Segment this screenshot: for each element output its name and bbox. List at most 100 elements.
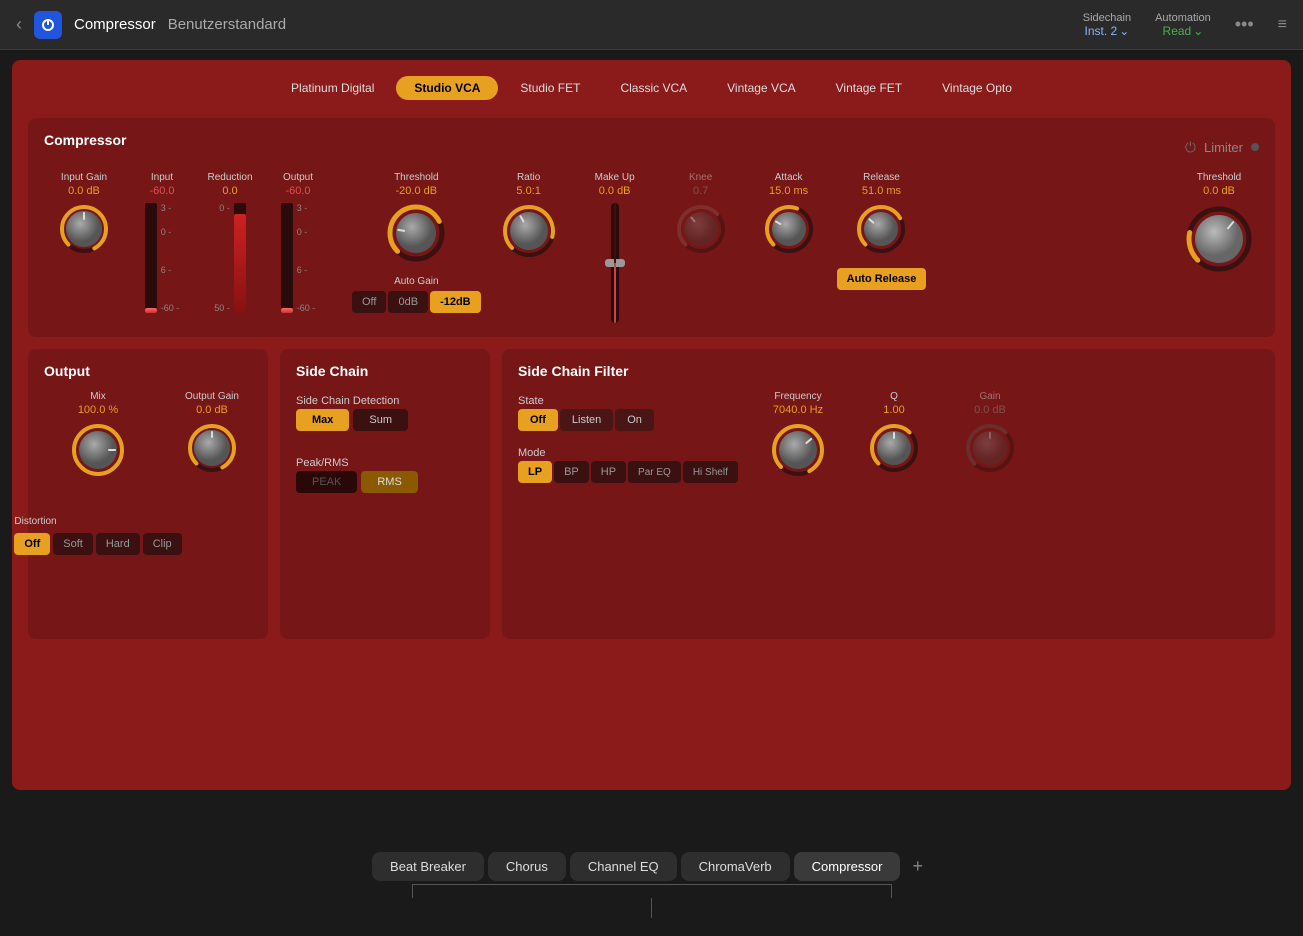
reduction-scale: 0 - 50 - [214,203,230,313]
input-gain-knob[interactable] [58,203,110,260]
limiter-threshold-knob[interactable] [1183,203,1255,280]
distortion-buttons: Off Soft Hard Clip [14,533,181,555]
output-gain-label: Output Gain [185,391,239,402]
limiter-threshold-group: Threshold 0.0 dB [1179,172,1259,280]
state-buttons: Off Listen On [518,409,738,431]
mix-group: Mix 100.0 % Distortion [44,391,152,555]
tab-platinum-digital[interactable]: Platinum Digital [273,76,392,100]
state-listen[interactable]: Listen [560,409,613,431]
scf-gain-knob[interactable] [964,422,1016,479]
limiter-status-dot [1251,143,1259,151]
distortion-soft[interactable]: Soft [53,533,93,555]
sidechain-control[interactable]: Sidechain Inst. 2 ⌄ [1083,12,1131,38]
detection-max[interactable]: Max [296,409,349,431]
auto-gain-12db[interactable]: -12dB [430,291,481,313]
state-off[interactable]: Off [518,409,558,431]
mix-knob[interactable] [70,422,126,483]
frequency-label: Frequency [774,391,821,402]
distortion-off[interactable]: Off [14,533,50,555]
output-gain-knob[interactable] [186,422,238,479]
knee-group: Knee 0.7 [661,172,741,260]
input-meter-value: -60.0 [149,185,174,197]
input-meter-bar [145,203,157,313]
knee-value: 0.7 [693,185,708,197]
output-meter-label: Output [283,172,313,183]
makeup-slider[interactable] [611,203,619,323]
threshold-group: Threshold -20.0 dB Auto Gain Off [352,172,481,313]
compressor-header: Compressor ⏻ Limiter [44,132,1259,162]
mode-hishelf[interactable]: Hi Shelf [683,461,738,483]
tab-studio-vca[interactable]: Studio VCA [396,76,498,100]
release-knob[interactable] [855,203,907,260]
knee-knob[interactable] [675,203,727,260]
peakrms-rms[interactable]: RMS [361,471,417,493]
mode-pareq[interactable]: Par EQ [628,461,681,483]
limiter-area: ⏻ Limiter [1185,139,1259,156]
tab-chromaverb[interactable]: ChromaVerb [681,852,790,881]
tab-vintage-vca[interactable]: Vintage VCA [709,76,814,100]
tab-chorus[interactable]: Chorus [488,852,566,881]
menu-button[interactable]: ≡ [1278,16,1287,34]
mode-hp[interactable]: HP [591,461,626,483]
bracket-stem [651,898,653,918]
mode-bp[interactable]: BP [554,461,589,483]
peakrms-peak[interactable]: PEAK [296,471,357,493]
auto-gain-label: Auto Gain [394,276,438,287]
release-label: Release [863,172,900,183]
detection-label: Side Chain Detection [296,395,399,407]
q-knob[interactable] [868,422,920,479]
input-meter-group: Input -60.0 3 - 0 - 6 - -60 - [132,172,192,313]
attack-value: 15.0 ms [769,185,808,197]
limiter-threshold-value: 0.0 dB [1203,185,1235,197]
output-title: Output [44,363,90,379]
sidechain-title: Side Chain [296,363,368,379]
frequency-group: Frequency 7040.0 Hz [758,391,838,483]
tab-channel-eq[interactable]: Channel EQ [570,852,677,881]
q-value: 1.00 [883,404,904,416]
top-bar-right: Sidechain Inst. 2 ⌄ Automation Read ⌄ ••… [1083,12,1287,38]
auto-release-button[interactable]: Auto Release [837,268,927,290]
input-gain-group: Input Gain 0.0 dB [44,172,124,260]
ratio-knob[interactable] [501,203,557,264]
automation-label: Automation [1155,12,1211,24]
output-section: Output Mix 100.0 % [28,349,268,639]
input-gain-value: 0.0 dB [68,185,100,197]
tab-studio-fet[interactable]: Studio FET [502,76,598,100]
makeup-group: Make Up 0.0 dB [585,172,645,323]
tab-vintage-opto[interactable]: Vintage Opto [924,76,1030,100]
state-on[interactable]: On [615,409,654,431]
mode-lp[interactable]: LP [518,461,552,483]
tab-vintage-fet[interactable]: Vintage FET [818,76,920,100]
mode-label: Mode [518,447,546,459]
back-button[interactable]: ‹ [16,14,22,35]
input-meter-label: Input [151,172,173,183]
scf-left: State Off Listen On Mode LP BP HP [518,381,738,483]
power-button[interactable] [34,11,62,39]
attack-knob[interactable] [763,203,815,260]
tab-beat-breaker[interactable]: Beat Breaker [372,852,484,881]
add-plugin-button[interactable]: + [904,852,931,881]
frequency-knob[interactable] [770,422,826,483]
auto-gain-buttons: Off 0dB -12dB [352,291,481,313]
threshold-knob[interactable] [386,203,446,268]
peakrms-label: Peak/RMS [296,457,349,469]
automation-control[interactable]: Automation Read ⌄ [1155,12,1211,38]
peakrms-buttons: PEAK RMS [296,471,474,493]
knee-label: Knee [689,172,712,183]
scf-gain-group: Gain 0.0 dB [950,391,1030,479]
more-options-button[interactable]: ••• [1235,14,1254,35]
auto-gain-off[interactable]: Off [352,291,386,313]
auto-gain-0db[interactable]: 0dB [388,291,428,313]
attack-label: Attack [775,172,803,183]
distortion-hard[interactable]: Hard [96,533,140,555]
limiter-power-icon[interactable]: ⏻ [1185,139,1196,156]
sidechain-value: Inst. 2 ⌄ [1085,24,1130,38]
tab-compressor[interactable]: Compressor [794,852,901,881]
preset-name: Benutzerstandard [168,16,286,33]
scf-right: Frequency 7040.0 Hz [758,391,1030,483]
distortion-clip[interactable]: Clip [143,533,182,555]
tab-classic-vca[interactable]: Classic VCA [602,76,705,100]
ratio-value: 5.0:1 [516,185,540,197]
detection-sum[interactable]: Sum [353,409,408,431]
compressor-title: Compressor [44,132,126,148]
